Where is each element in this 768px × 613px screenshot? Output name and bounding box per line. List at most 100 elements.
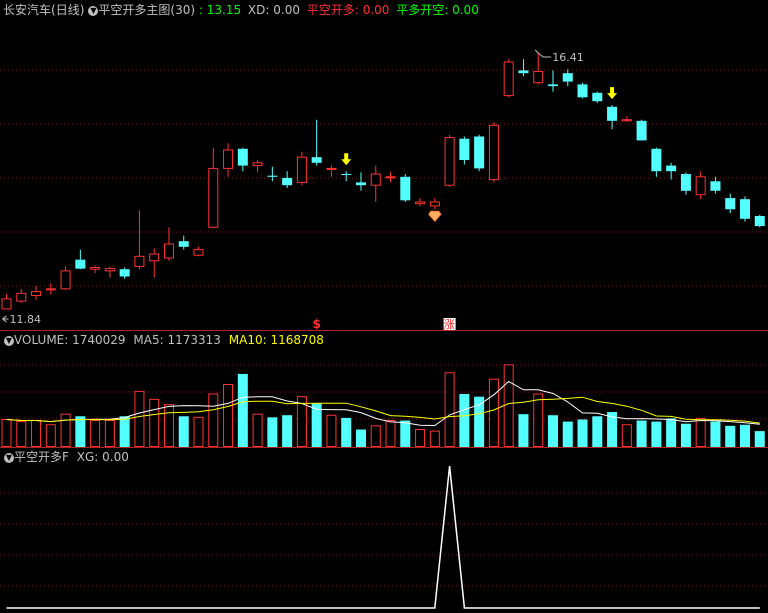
candle-body [296,156,307,183]
candle-body [710,181,721,191]
candle-body [355,182,366,186]
candle-body [577,84,588,98]
candle-body [429,201,440,207]
dollar-marker: $ [313,317,321,331]
candle-body [651,148,662,172]
candle-body [193,249,204,256]
candle-body [1,298,12,310]
candle-body [459,138,470,160]
volume-bar [651,421,662,447]
volume-bar [680,423,691,447]
candle-body [326,167,337,170]
candle-body [415,201,426,205]
volume-bar [385,420,396,448]
volume-bar [1,418,12,447]
volume-bar [459,394,470,447]
volume-bar [45,424,56,447]
volume-bar [163,404,174,447]
volume-bar [503,364,514,448]
candle-body [208,167,219,228]
candle-body [533,71,544,84]
candle-body [695,176,706,196]
zhang-marker: 涨 [444,318,455,331]
xg-signal-line [6,465,760,609]
candle-body [31,291,42,297]
volume-bar [60,413,71,448]
candle-body [60,270,71,290]
candle-body [562,73,573,82]
volume-bar [208,393,219,448]
volume-bar [134,390,145,448]
volume-bar [75,416,86,447]
candle-body [740,199,750,219]
volume-bar [223,383,234,447]
volume-bar [119,416,130,447]
candle-body [666,165,677,172]
candle-body [104,268,115,272]
volume-bar [621,424,632,447]
candle-body [134,255,145,267]
volume-bar [710,421,721,447]
candle-body [149,253,160,262]
volume-ma5-line [6,380,760,427]
candle-body [223,149,234,169]
stock-chart[interactable]: 16.41 11.84 $ 涨 [0,0,768,613]
candle-body [680,174,691,191]
volume-bar [282,415,293,447]
candle-body [119,269,130,277]
candle-body [282,177,293,186]
volume-bar [695,417,706,447]
volume-bar [296,396,307,448]
volume-bar [547,415,558,447]
volume-bar [636,420,647,447]
volume-bar [149,398,160,447]
volume-bar [415,429,426,448]
candle-body [518,70,529,74]
volume-bar [577,419,588,447]
candle-body [725,198,736,210]
low-price-label: 11.84 [10,313,42,326]
candle-body [370,173,381,186]
sell-arrow-icon [607,87,618,100]
volume-bar [90,420,101,448]
candle-body [621,119,632,122]
low-price-pointer [2,315,9,323]
candle-body [178,241,189,247]
volume-bar [16,421,27,447]
volume-bar [193,416,204,448]
volume-bar [400,420,411,447]
high-price-pointer [534,49,552,58]
candle-body [592,92,603,102]
volume-bar [666,418,677,447]
volume-bar [562,421,573,447]
high-price-label: 16.41 [552,51,584,64]
candle-body [636,120,647,141]
candle-body [90,267,101,270]
candle-body [607,106,618,121]
candle-body [444,137,455,186]
volume-bar [178,416,189,447]
volume-bar [237,373,248,447]
volume-bar [725,425,736,447]
candle-body [311,157,322,163]
volume-bar [104,420,115,448]
diamond-icon [428,210,442,223]
volume-bar [740,424,750,447]
candle-body [503,61,514,97]
volume-bar [252,413,263,448]
candle-body [385,176,396,179]
volume-bar [518,414,529,447]
candle-body [267,175,278,177]
volume-bar [488,378,499,447]
volume-bar [429,430,440,447]
volume-bar [754,431,765,447]
candle-body [754,216,765,227]
candle-body [474,136,485,169]
volume-bar [267,417,278,447]
volume-bar [326,414,337,447]
candle-body [252,162,263,167]
candle-body [75,259,86,269]
candle-body [16,292,27,302]
sell-arrow-icon [341,153,352,166]
volume-bar [370,425,381,448]
